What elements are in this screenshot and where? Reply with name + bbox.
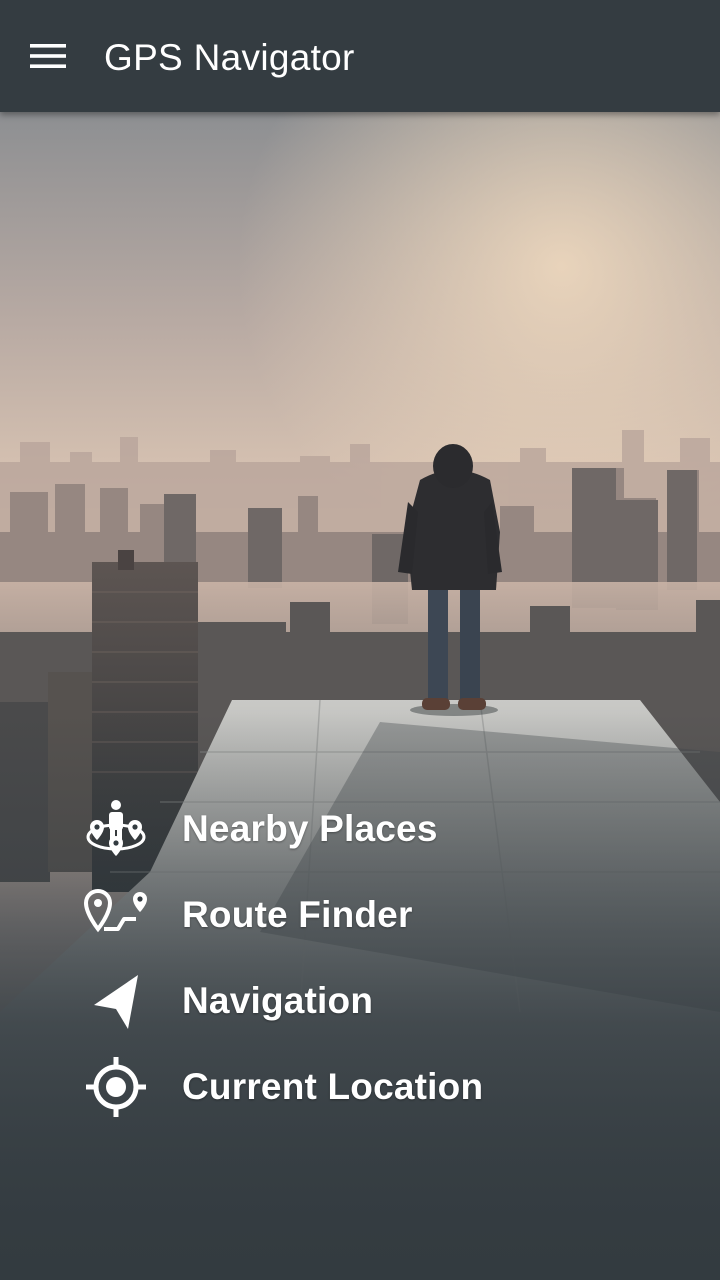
feature-menu-list: Nearby Places Route Finder Navigation Cu… (78, 786, 678, 1130)
app-toolbar: GPS Navigator (0, 0, 720, 112)
route-finder-icon (78, 877, 154, 953)
hamburger-menu-icon[interactable] (18, 26, 78, 86)
app-screen: GPS Navigator Nearby Places Route Finder… (0, 0, 720, 1280)
menu-item-nearby-places[interactable]: Nearby Places (78, 786, 678, 872)
app-title: GPS Navigator (104, 37, 355, 78)
menu-item-route-finder[interactable]: Route Finder (78, 872, 678, 958)
menu-label-current-location: Current Location (182, 1066, 484, 1107)
menu-label-nearby-places: Nearby Places (182, 808, 438, 849)
navigation-arrow-icon (78, 963, 154, 1039)
menu-item-current-location[interactable]: Current Location (78, 1044, 678, 1130)
menu-item-navigation[interactable]: Navigation (78, 958, 678, 1044)
current-location-icon (78, 1049, 154, 1125)
menu-label-route-finder: Route Finder (182, 894, 413, 935)
menu-label-navigation: Navigation (182, 980, 374, 1021)
nearby-places-icon (78, 791, 154, 867)
